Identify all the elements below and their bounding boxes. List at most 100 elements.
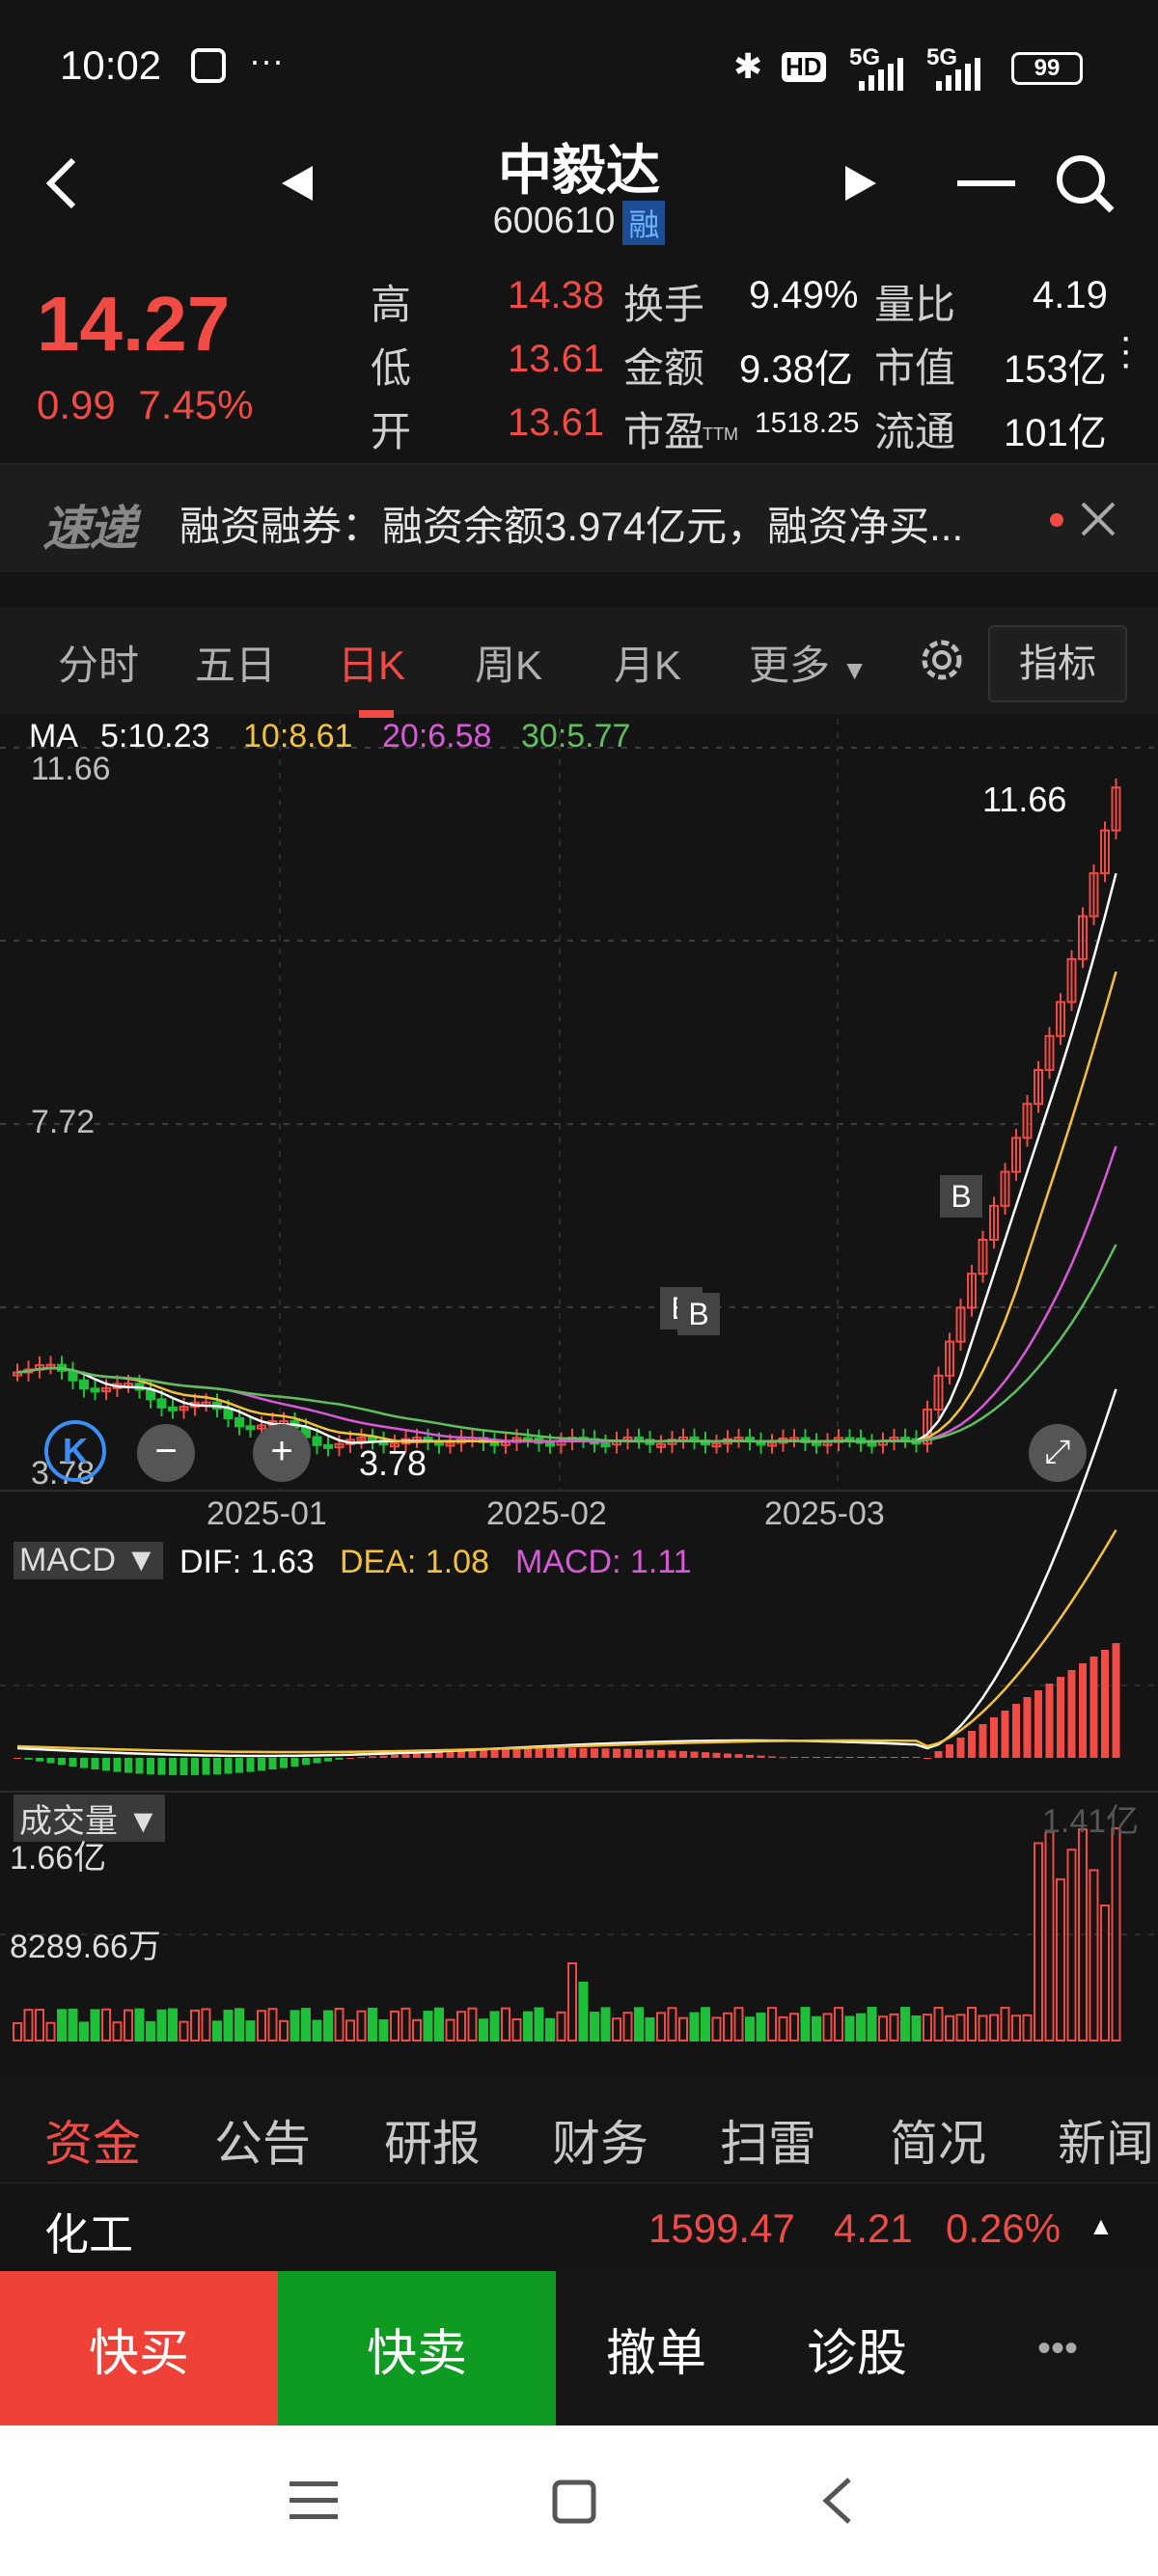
volume-bar <box>733 2007 744 2042</box>
macd-bar <box>934 1751 943 1758</box>
volume-bar <box>656 2012 666 2042</box>
volume-bar <box>412 2018 422 2042</box>
signal-icon <box>859 58 903 91</box>
volume-bar <box>279 2019 289 2042</box>
macd-bar <box>813 1757 820 1758</box>
quote-label-amount: 金额 <box>623 345 705 391</box>
volume-bar <box>290 2010 300 2042</box>
info-tab-announcement[interactable]: 公告 <box>214 2105 311 2175</box>
volume-bar <box>1000 2007 1010 2042</box>
buy-marker[interactable]: B <box>677 1293 720 1335</box>
macd-bar <box>124 1758 132 1773</box>
info-tab-research[interactable]: 研报 <box>384 2105 481 2175</box>
volume-max-label: 1.41亿 <box>1042 1803 1140 1840</box>
back-nav-icon[interactable] <box>820 2476 853 2526</box>
quote-value-amount: 9.38亿 <box>739 348 853 391</box>
settings-gear-icon[interactable] <box>915 633 969 687</box>
macd-bar <box>80 1758 88 1768</box>
candlesticks <box>13 778 1121 1457</box>
info-tab-finance[interactable]: 财务 <box>552 2105 648 2175</box>
volume-bar <box>68 2008 78 2042</box>
k-logo-icon[interactable]: K <box>44 1420 106 1482</box>
quote-value-high: 14.38 <box>508 274 605 316</box>
next-stock-button[interactable] <box>822 145 899 222</box>
min-price-label: 3.78 <box>359 1443 427 1483</box>
macd-bar <box>391 1754 399 1758</box>
volume-label-top: 1.66亿 <box>10 1840 107 1877</box>
tab-intraday[interactable]: 分时 <box>58 633 139 692</box>
macd-bar <box>568 1748 576 1758</box>
news-text[interactable]: 融资融券：融资余额3.974亿元，融资净买... <box>179 494 1029 553</box>
macd-bar <box>58 1758 66 1766</box>
volume-bar <box>867 2007 877 2042</box>
volume-bar <box>1022 2014 1033 2042</box>
macd-selector[interactable]: MACD ▼ <box>14 1542 164 1579</box>
macd-bar <box>657 1749 665 1758</box>
macd-bar <box>1023 1697 1032 1758</box>
volume-bar <box>1011 2014 1021 2042</box>
macd-bar <box>268 1758 277 1770</box>
macd-bar <box>724 1753 731 1758</box>
macd-bar <box>790 1757 798 1758</box>
buy-marker[interactable]: B <box>940 1175 982 1218</box>
candle-body <box>168 1406 178 1411</box>
quick-sell-button[interactable]: 快卖 <box>278 2271 556 2425</box>
macd-bar <box>524 1748 532 1758</box>
cancel-order-button[interactable]: 撤单 <box>556 2271 758 2425</box>
quote-label-volratio: 量比 <box>874 282 956 327</box>
tab-five-day[interactable]: 五日 <box>195 633 276 692</box>
zoom-in-icon[interactable]: + <box>253 1424 311 1482</box>
diagnose-button[interactable]: 诊股 <box>757 2271 958 2425</box>
volume-bar <box>923 2014 932 2042</box>
more-dots: ··· <box>249 41 284 80</box>
info-tab-capital[interactable]: 资金 <box>44 2105 141 2175</box>
volume-bar <box>190 2009 200 2042</box>
industry-percent: 0.26% <box>946 2206 1062 2251</box>
volume-bar <box>112 2021 123 2042</box>
candle-body <box>368 1436 377 1442</box>
volume-bar <box>578 1982 589 2042</box>
macd-bar <box>779 1757 787 1759</box>
macd-bar <box>468 1750 477 1758</box>
volume-bar <box>612 2017 621 2042</box>
more-vertical-icon[interactable]: · · · <box>1119 317 1132 383</box>
volume-bar <box>911 2014 922 2042</box>
macd-bar <box>258 1758 265 1771</box>
volume-bar <box>600 2007 611 2042</box>
k-line-chart[interactable] <box>0 719 1158 2050</box>
expand-up-icon[interactable]: ▲ <box>1089 2211 1114 2241</box>
tab-more-label: 更多 <box>749 643 831 688</box>
macd-bar <box>668 1750 676 1758</box>
info-tab-risk[interactable]: 扫雷 <box>720 2105 816 2175</box>
volume-bar <box>978 2014 988 2042</box>
volume-bar <box>590 2012 599 2042</box>
more-button[interactable]: ••• <box>957 2271 1158 2425</box>
macd-bar <box>224 1758 233 1774</box>
info-tab-profile[interactable]: 简况 <box>890 2105 986 2175</box>
tab-weekly-k[interactable]: 周K <box>475 633 542 692</box>
menu-button[interactable] <box>948 145 1025 222</box>
macd-bar <box>768 1756 776 1758</box>
home-icon[interactable] <box>552 2480 596 2524</box>
macd-bar <box>1045 1684 1054 1758</box>
tab-more[interactable]: 更多 ▼ <box>749 633 868 692</box>
zoom-out-icon[interactable]: − <box>137 1424 195 1482</box>
macd-bar <box>613 1748 620 1758</box>
macd-bar <box>346 1758 354 1759</box>
tab-daily-k[interactable]: 日K <box>338 633 405 692</box>
macd-bar <box>435 1752 443 1758</box>
tab-monthly-k[interactable]: 月K <box>614 633 681 692</box>
macd-bar <box>235 1758 243 1773</box>
recent-apps-icon[interactable] <box>290 2480 338 2522</box>
search-button[interactable] <box>1046 145 1123 222</box>
fullscreen-icon[interactable]: ⤢ <box>1029 1424 1087 1482</box>
quick-buy-button[interactable]: 快买 <box>0 2271 278 2425</box>
close-icon[interactable] <box>1079 500 1117 538</box>
candle-body <box>812 1440 821 1446</box>
macd-bar <box>324 1758 332 1762</box>
info-tab-news[interactable]: 新闻 <box>1058 2105 1158 2175</box>
indicator-button[interactable]: 指标 <box>988 625 1127 702</box>
candle-body <box>245 1425 256 1431</box>
macd-bar <box>191 1758 199 1775</box>
volume-bar <box>745 2016 755 2042</box>
